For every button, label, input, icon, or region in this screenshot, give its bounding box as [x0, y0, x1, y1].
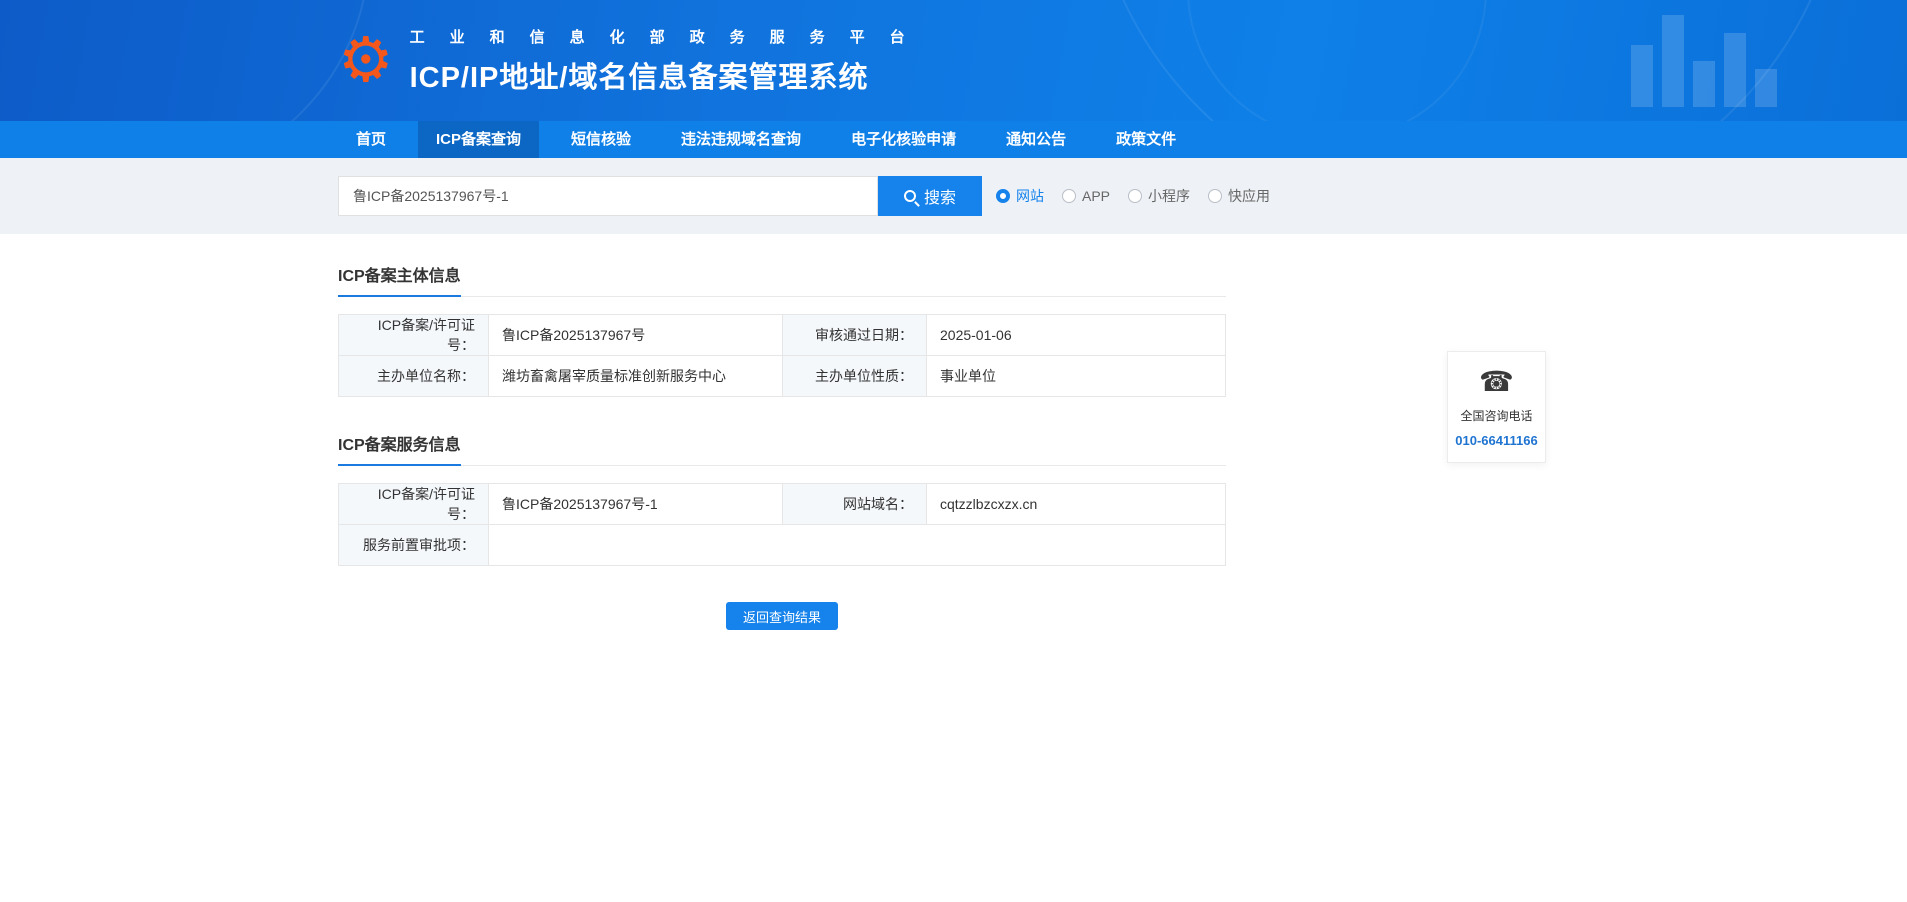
magnifier-icon: [903, 190, 916, 202]
label-pre-approval-item: 服务前置审批项：: [338, 524, 489, 566]
radio-icon: [1128, 189, 1143, 203]
subject-info-table: ICP备案/许可证号： 鲁ICP备2025137967号 审核通过日期： 202…: [338, 314, 1226, 397]
search-section: 搜索 网站 APP 小程序 快应用: [0, 158, 1907, 234]
section-subject-info: ICP备案主体信息: [338, 262, 1226, 297]
search-type-radio-group: 网站 APP 小程序 快应用: [996, 186, 1270, 206]
section-title-service: ICP备案服务信息: [338, 431, 461, 466]
decorative-circle: [0, 0, 370, 121]
nav-item-home[interactable]: 首页: [338, 121, 404, 158]
nav-item-illegal-domain-query[interactable]: 违法违规域名查询: [663, 121, 819, 158]
radio-option-website[interactable]: 网站: [996, 186, 1044, 206]
search-button-label: 搜索: [923, 190, 956, 207]
value-icp-license-number: 鲁ICP备2025137967号: [488, 314, 783, 356]
radio-label: 网站: [1016, 188, 1044, 204]
telephone-icon: ☎: [1479, 366, 1514, 397]
value-website-domain: cqtzzlbzcxzx.cn: [926, 483, 1226, 525]
table-row: 主办单位名称： 潍坊畜禽屠宰质量标准创新服务中心 主办单位性质： 事业单位: [338, 355, 1226, 397]
radio-label: APP: [1082, 188, 1111, 204]
label-review-pass-date: 审核通过日期：: [782, 314, 927, 356]
contact-card: ☎ 全国咨询电话 010-66411166: [1447, 351, 1546, 463]
radio-label: 快应用: [1228, 188, 1271, 204]
nav-item-e-verification[interactable]: 电子化核验申请: [833, 121, 974, 158]
radio-icon: [1062, 189, 1076, 203]
radio-icon: [996, 189, 1010, 203]
main-navigation: 首页 ICP备案查询 短信核验 违法违规域名查询 电子化核验申请 通知公告 政策…: [0, 121, 1907, 158]
contact-label: 全国咨询电话: [1460, 409, 1533, 423]
radio-option-app[interactable]: APP: [1062, 188, 1110, 204]
label-organizer-name: 主办单位名称：: [338, 355, 489, 397]
value-organizer-nature: 事业单位: [926, 355, 1226, 397]
label-website-domain: 网站域名：: [782, 483, 927, 525]
radio-option-miniprogram[interactable]: 小程序: [1128, 186, 1190, 206]
nav-item-notices[interactable]: 通知公告: [988, 121, 1084, 158]
nav-item-sms-verify[interactable]: 短信核验: [553, 121, 649, 158]
nav-item-policy-documents[interactable]: 政策文件: [1098, 121, 1194, 158]
nav-item-icp-query[interactable]: ICP备案查询: [418, 121, 540, 158]
radio-option-quickapp[interactable]: 快应用: [1208, 186, 1270, 206]
content-area: ICP备案主体信息 ICP备案/许可证号： 鲁ICP备2025137967号 审…: [338, 234, 1569, 630]
section-service-info: ICP备案服务信息: [338, 431, 1226, 466]
value-review-pass-date: 2025-01-06: [926, 314, 1226, 356]
table-row: ICP备案/许可证号： 鲁ICP备2025137967号 审核通过日期： 202…: [338, 314, 1226, 356]
search-input[interactable]: [338, 176, 878, 216]
radio-icon: [1208, 189, 1223, 203]
section-title-subject: ICP备案主体信息: [338, 262, 461, 297]
site-logo gear-icon[interactable]: ⚙: [338, 29, 394, 92]
table-row: ICP备案/许可证号： 鲁ICP备2025137967号-1 网站域名： cqt…: [338, 483, 1226, 525]
page-title: ICP/IP地址/域名信息备案管理系统: [409, 61, 869, 94]
label-service-icp-number: ICP备案/许可证号：: [338, 483, 489, 525]
platform-subtitle: 工业和信息化部政务服务平台: [409, 28, 930, 46]
label-icp-license-number: ICP备案/许可证号：: [338, 314, 489, 356]
service-info-table: ICP备案/许可证号： 鲁ICP备2025137967号-1 网站域名： cqt…: [338, 483, 1226, 566]
back-to-results-button[interactable]: 返回查询结果: [726, 602, 838, 630]
radio-label: 小程序: [1148, 188, 1191, 204]
site-titles: 工业和信息化部政务服务平台 ICP/IP地址/域名信息备案管理系统: [410, 26, 930, 96]
label-organizer-nature: 主办单位性质：: [782, 355, 927, 397]
value-organizer-name: 潍坊畜禽屠宰质量标准创新服务中心: [488, 355, 783, 397]
contact-phone-number: 010-66411166: [1455, 433, 1538, 448]
skyline-decoration: [1631, 15, 1777, 107]
value-pre-approval-item: [488, 524, 1226, 566]
header-banner: ⚙ 工业和信息化部政务服务平台 ICP/IP地址/域名信息备案管理系统: [0, 0, 1907, 121]
table-row: 服务前置审批项：: [338, 524, 1226, 566]
value-service-icp-number: 鲁ICP备2025137967号-1: [488, 483, 783, 525]
search-button[interactable]: 搜索: [878, 176, 982, 216]
